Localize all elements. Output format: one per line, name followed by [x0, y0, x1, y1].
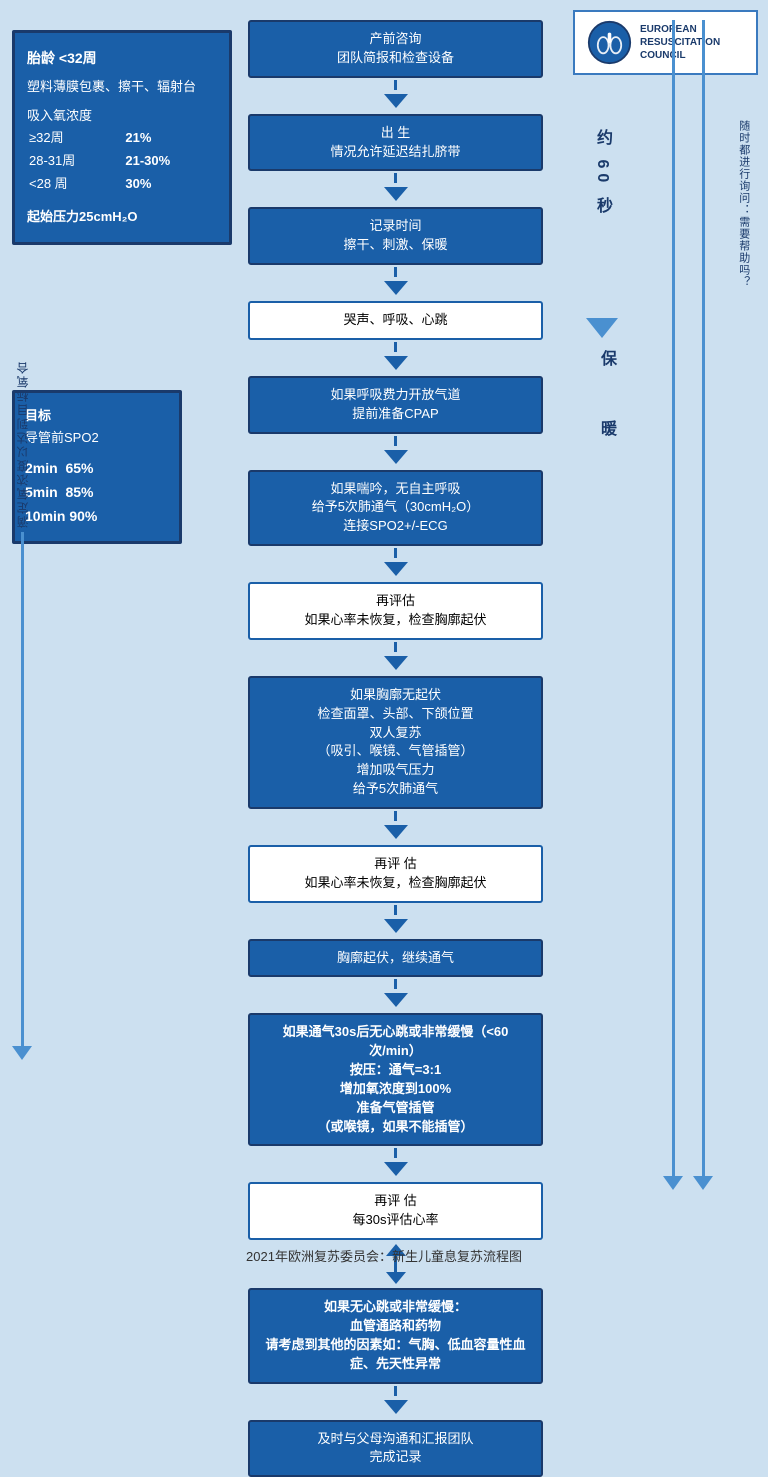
flow-step-5: 如果呼吸费力开放气道 提前准备CPAP: [248, 376, 543, 434]
footer-text: 2021年欧洲复苏委员会：新生儿童息复苏流程图: [246, 1249, 522, 1264]
flow-step-14: 及时与父母沟通和汇报团队 完成记录: [248, 1420, 543, 1477]
flow-step-9: 再评 估 如果心率未恢复，检查胸廓起伏: [248, 845, 543, 903]
flow-step-10: 胸廓起伏，继续通气: [248, 939, 543, 978]
spo2-rows: 2min 65% 5min 85% 10min 90%: [25, 457, 169, 528]
flow-step-13: 如果无心跳或非常缓慢： 血管通路和药物 请考虑到其他的因素如：气胸、低血容量性血…: [248, 1288, 543, 1383]
left-box1-title: 胎龄 <32周: [27, 47, 217, 69]
arrow-1: [384, 80, 408, 112]
week-range: 28-31周: [27, 150, 123, 173]
percent-val: 21%: [123, 127, 217, 150]
left-box1-line2: 吸入氧浓度: [27, 106, 217, 127]
flow-step-2: 出 生 情况允许延迟结扎脐带: [248, 114, 543, 172]
time-60s-container: 约 60 秒: [586, 28, 618, 338]
right-arrow-2: [693, 20, 713, 1190]
flow-step-7: 再评估 如果心率未恢复，检查胸廓起伏: [248, 582, 543, 640]
flow-step-4: 哭声、呼吸、心跳: [248, 301, 543, 340]
arrow-4: [384, 342, 408, 374]
arrow-2: [384, 173, 408, 205]
left-box1-pressure: 起始压力25cmH₂O: [27, 207, 217, 228]
arrow-9: [384, 905, 408, 937]
left-info-box1: 胎龄 <32周 塑料薄膜包裹、擦干、辐射台 吸入氧浓度 ≥32周 21% 28-…: [12, 30, 232, 245]
flow-step-1: 产前咨询 团队简报和检查设备: [248, 20, 543, 78]
left-box1-line1: 塑料薄膜包裹、擦干、辐射台: [27, 77, 217, 98]
flow-step-6: 如果喘吟，无自主呼吸 给予5次肺通气（30cmH₂O） 连接SPO2+/-ECG: [248, 470, 543, 547]
left-info-box2: 目标 导管前SPO2 2min 65% 5min 85% 10min 90%: [12, 390, 182, 544]
table-row: <28 周 30%: [27, 173, 217, 196]
flow-step-3: 记录时间 擦干、刺激、保暖: [248, 207, 543, 265]
arrow-5: [384, 436, 408, 468]
time-60s-label: 约 60 秒: [590, 28, 614, 318]
week-range: <28 周: [27, 173, 123, 196]
arrow-10: [384, 979, 408, 1011]
percent-val: 30%: [123, 173, 217, 196]
arrow-11: [384, 1148, 408, 1180]
week-range: ≥32周: [27, 127, 123, 150]
left-side-arrow: 滴定氧浓度以达到目标氧合: [12, 360, 32, 1060]
arrow-3: [384, 267, 408, 299]
footer: 2021年欧洲复苏委员会：新生儿童息复苏流程图: [0, 1246, 768, 1265]
left-box2-title: 目标: [25, 405, 169, 427]
table-row: 28-31周 21-30%: [27, 150, 217, 173]
arrow-8: [384, 811, 408, 843]
page-wrapper: EUROPEAN RESUSCITATION COUNCIL 胎龄 <32周 塑…: [0, 0, 768, 1273]
far-right-label: 随时都进行询问：需要帮助吗？: [735, 120, 750, 288]
flow-step-8: 如果胸廓无起伏 检查面罩、头部、下颌位置 双人复苏 （吸引、喉镜、气管插管） 增…: [248, 676, 543, 809]
time-arrow-down: [586, 318, 618, 338]
arrow-13: [384, 1386, 408, 1418]
percent-val: 21-30%: [123, 150, 217, 173]
bao-label-container: 保: [594, 350, 618, 368]
spo2-row3: 10min 90%: [25, 505, 169, 529]
bao-label: 保: [594, 350, 618, 368]
right-side-arrows: [663, 20, 713, 1190]
left-side-label: 滴定氧浓度以达到目标氧合: [14, 360, 31, 528]
spo2-row2: 5min 85%: [25, 481, 169, 505]
left-box2-subtitle: 导管前SPO2: [25, 427, 169, 449]
nuan-label-container: 暖: [594, 420, 618, 438]
table-row: ≥32周 21%: [27, 127, 217, 150]
right-arrow-1: [663, 20, 683, 1190]
flow-step-11: 如果通气30s后无心跳或非常缓慢（<60次/min） 按压：通气=3:1 增加氧…: [248, 1013, 543, 1146]
nuan-label: 暖: [594, 420, 618, 438]
arrow-6: [384, 548, 408, 580]
arrow-7: [384, 642, 408, 674]
flow-step-12: 再评 估 每30s评估心率: [248, 1182, 543, 1240]
oxygen-table: ≥32周 21% 28-31周 21-30% <28 周 30%: [27, 127, 217, 195]
far-right-label-container: 随时都进行询问：需要帮助吗？: [728, 120, 758, 288]
spo2-row1: 2min 65%: [25, 457, 169, 481]
